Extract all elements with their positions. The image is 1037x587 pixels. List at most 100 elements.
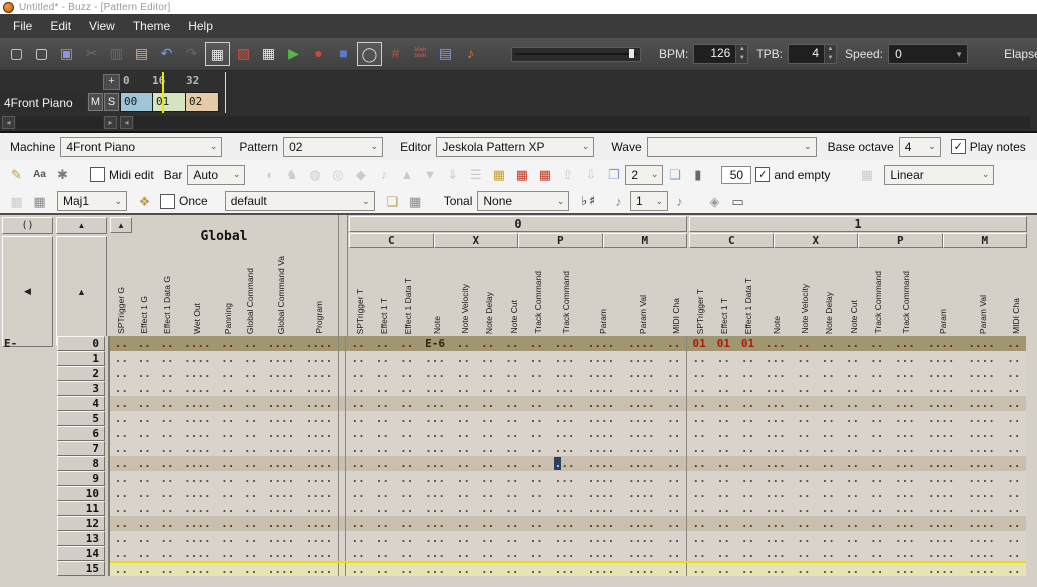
pattern-cell[interactable]: ..	[840, 471, 864, 486]
pattern-cell[interactable]: ..	[687, 411, 711, 426]
pattern-cell[interactable]: ..	[840, 336, 864, 351]
mug-icon[interactable]: ◍	[304, 165, 325, 185]
pattern-cell[interactable]: ....	[262, 336, 300, 351]
pattern-cell[interactable]: ..	[216, 336, 239, 351]
loop-icon[interactable]: ◯	[357, 42, 382, 66]
pattern-cell[interactable]: ..	[840, 396, 864, 411]
row-number[interactable]: 2	[57, 366, 105, 381]
pattern-cell[interactable]: ....	[178, 486, 216, 501]
pattern-cell[interactable]: ....	[262, 456, 300, 471]
master-audio-icon[interactable]: ♪	[459, 42, 482, 64]
pattern-cell[interactable]: ....	[581, 456, 621, 471]
pattern-cell[interactable]: ..	[735, 563, 759, 576]
pattern-cell[interactable]: ..	[735, 501, 759, 516]
pattern-cell[interactable]: ..	[1002, 531, 1026, 546]
pattern-cell[interactable]: ..	[792, 351, 816, 366]
pattern-cell[interactable]: ..	[346, 471, 370, 486]
pattern-cell[interactable]: ....	[262, 351, 300, 366]
pattern-cell[interactable]: ..	[687, 516, 711, 531]
pattern-cell[interactable]: ....	[961, 516, 1001, 531]
pattern-cell[interactable]: ....	[262, 426, 300, 441]
pattern-cell[interactable]: ....	[300, 351, 338, 366]
pattern-cell[interactable]: ..	[156, 441, 179, 456]
triangle-up-icon[interactable]: ▲	[396, 165, 417, 185]
pattern-cell[interactable]: ..	[451, 336, 475, 351]
scroll-up-button[interactable]: ▲	[56, 236, 107, 347]
pattern-cell[interactable]: ...	[548, 563, 580, 576]
pattern-cell[interactable]: ..	[524, 516, 548, 531]
pattern-cell[interactable]: ..	[395, 411, 419, 426]
pattern-cell[interactable]: ....	[621, 336, 661, 351]
pattern-cell[interactable]: ..	[451, 456, 475, 471]
pattern-cell[interactable]: ...	[760, 351, 792, 366]
pattern-cell[interactable]: ..	[524, 456, 548, 471]
pattern-cell[interactable]: ..	[239, 486, 262, 501]
pattern-cell[interactable]: ..	[395, 441, 419, 456]
pattern-cell[interactable]: ....	[961, 381, 1001, 396]
pattern-cell[interactable]: ....	[178, 501, 216, 516]
pattern-cell[interactable]: ..	[110, 351, 133, 366]
pattern-cell[interactable]: ..	[816, 381, 840, 396]
pattern-cell[interactable]: ..	[216, 381, 239, 396]
pattern-cell[interactable]: ..	[687, 366, 711, 381]
pattern-cell[interactable]: ..	[865, 516, 889, 531]
pattern-cell[interactable]: ..	[110, 471, 133, 486]
note-down-icon[interactable]: ♪	[608, 191, 629, 211]
pattern-cell[interactable]: ....	[961, 531, 1001, 546]
pattern-cell[interactable]: ..	[346, 516, 370, 531]
pattern-cell[interactable]: ..	[346, 426, 370, 441]
pattern-cell[interactable]: ..	[792, 426, 816, 441]
cut-icon[interactable]: ✂	[80, 42, 103, 64]
pattern-cell[interactable]: ...	[760, 501, 792, 516]
pattern-cell[interactable]: ..	[395, 516, 419, 531]
subgroup-button-m[interactable]: M	[943, 233, 1028, 248]
pattern-cell[interactable]: ....	[581, 441, 621, 456]
shift-rows-up-icon[interactable]: ⇧	[557, 165, 578, 185]
pattern-cell[interactable]: ...	[760, 531, 792, 546]
pattern-cell[interactable]: ..	[133, 441, 156, 456]
play-icon[interactable]: ▶	[282, 42, 305, 64]
row-number[interactable]: 14	[57, 546, 105, 561]
pattern-cell[interactable]: ...	[548, 471, 580, 486]
pattern-cell[interactable]: ....	[262, 563, 300, 576]
menu-item-help[interactable]: Help	[179, 14, 222, 38]
pattern-cell[interactable]: ..	[395, 546, 419, 561]
pattern-cell[interactable]: ..	[735, 441, 759, 456]
pattern-cell[interactable]: ....	[961, 396, 1001, 411]
pattern-cell[interactable]: ....	[262, 501, 300, 516]
editor-dropdown[interactable]: Jeskola Pattern XP⌄	[436, 137, 594, 157]
pattern-cell[interactable]: ..	[370, 426, 394, 441]
pattern-cell[interactable]: ...	[419, 441, 451, 456]
row-number[interactable]: 15	[57, 561, 105, 576]
pattern-cell[interactable]: ..	[395, 531, 419, 546]
pattern-cell[interactable]: ..	[156, 411, 179, 426]
pattern-cell[interactable]: ..	[239, 381, 262, 396]
pattern-cell[interactable]: ....	[621, 396, 661, 411]
pattern-cell[interactable]: ..	[133, 531, 156, 546]
pattern-cell[interactable]: ...	[889, 516, 921, 531]
pattern-cell[interactable]: ..	[687, 546, 711, 561]
pattern-cell[interactable]: ...	[760, 366, 792, 381]
pattern-cell[interactable]: ....	[621, 486, 661, 501]
wedge-icon[interactable]: ◆	[350, 165, 371, 185]
pattern-cell[interactable]: ..	[524, 366, 548, 381]
pattern-cell[interactable]: ....	[300, 471, 338, 486]
pattern-cell[interactable]: ..	[524, 351, 548, 366]
pattern-cell[interactable]: ...	[889, 336, 921, 351]
pattern-cell[interactable]: ..	[687, 351, 711, 366]
pattern-cell[interactable]: ..	[370, 531, 394, 546]
pattern-cell[interactable]: ..	[840, 563, 864, 576]
pattern-cell[interactable]: ..	[133, 563, 156, 576]
pattern-cell[interactable]: ....	[961, 563, 1001, 576]
pattern-cell[interactable]: ....	[961, 486, 1001, 501]
row-number[interactable]: 6	[57, 426, 105, 441]
pattern-cell[interactable]: ....	[621, 351, 661, 366]
pattern-cell[interactable]: ..	[346, 366, 370, 381]
pattern-cell[interactable]: ...	[548, 426, 580, 441]
row-number[interactable]: 13	[57, 531, 105, 546]
table-cut-row-icon[interactable]: ▦	[534, 165, 555, 185]
pattern-cell[interactable]: ....	[262, 546, 300, 561]
pattern-cell[interactable]: ..	[865, 563, 889, 576]
scroll-left-button[interactable]: ◀	[2, 236, 53, 347]
pattern-cell[interactable]: ..	[711, 456, 735, 471]
